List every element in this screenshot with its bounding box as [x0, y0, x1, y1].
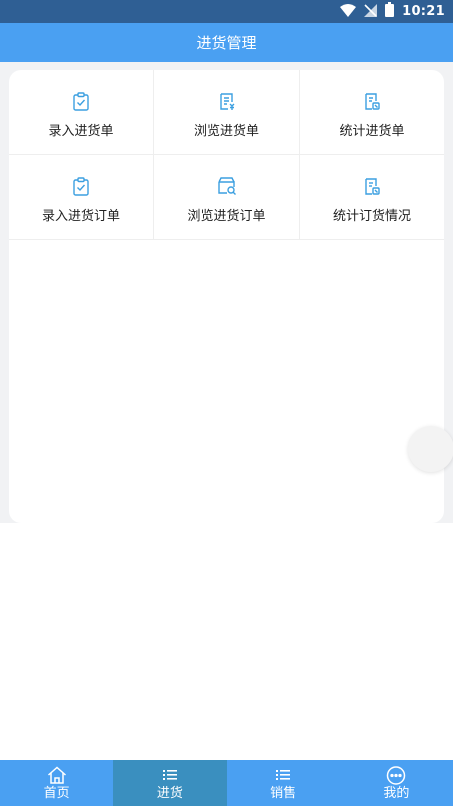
- menu-item-stats-orders[interactable]: 统计订货情况: [300, 155, 444, 240]
- document-stats-icon: [362, 176, 382, 196]
- tab-label: 销售: [270, 786, 297, 801]
- menu-item-enter-purchase-order[interactable]: 录入进货订单: [9, 155, 154, 240]
- document-stats-icon: [362, 91, 382, 111]
- menu-item-browse-purchase[interactable]: 浏览进货单: [154, 70, 300, 155]
- menu-item-label: 统计进货单: [339, 124, 405, 139]
- menu-grid: 录入进货单 浏览进货单 统计进货单 录入进货订单 浏览进货订单 统计订货情况: [9, 70, 444, 240]
- menu-item-label: 浏览进货单: [193, 124, 259, 139]
- tab-home[interactable]: 首页: [0, 760, 113, 806]
- menu-item-label: 浏览进货订单: [187, 209, 266, 224]
- box-search-icon: [217, 176, 237, 196]
- clipboard-check-icon: [71, 91, 91, 111]
- home-icon: [47, 765, 67, 785]
- list-icon: [276, 765, 291, 785]
- title-bar: 进货管理: [0, 23, 453, 62]
- status-bar: 10:21: [0, 0, 453, 23]
- tab-label: 首页: [43, 786, 70, 801]
- tab-purchase[interactable]: 进货: [113, 760, 227, 806]
- tab-label: 我的: [383, 786, 410, 801]
- menu-item-label: 统计订货情况: [332, 209, 411, 224]
- chat-bubble-icon: [386, 765, 406, 785]
- tab-sales[interactable]: 销售: [227, 760, 340, 806]
- menu-item-enter-purchase[interactable]: 录入进货单: [9, 70, 154, 155]
- no-signal-icon: [364, 2, 378, 21]
- list-icon: [162, 765, 177, 785]
- tab-mine[interactable]: 我的: [340, 760, 453, 806]
- clipboard-check-icon: [71, 176, 91, 196]
- bottom-tab-bar: 首页 进货 销售 我的: [0, 760, 453, 806]
- status-icons: 10:21: [340, 0, 445, 23]
- floating-assistive-button[interactable]: [408, 426, 453, 472]
- wifi-icon: [340, 2, 357, 21]
- menu-card: 录入进货单 浏览进货单 统计进货单 录入进货订单 浏览进货订单 统计订货情况: [9, 70, 444, 523]
- menu-item-label: 录入进货单: [48, 124, 114, 139]
- tab-label: 进货: [156, 786, 183, 801]
- battery-icon: [385, 2, 395, 21]
- menu-item-stats-purchase[interactable]: 统计进货单: [300, 70, 444, 155]
- page-title: 进货管理: [196, 34, 257, 52]
- status-time: 10:21: [402, 4, 445, 19]
- menu-item-label: 录入进货订单: [41, 209, 120, 224]
- document-list-icon: [217, 91, 237, 111]
- menu-item-browse-purchase-order[interactable]: 浏览进货订单: [154, 155, 300, 240]
